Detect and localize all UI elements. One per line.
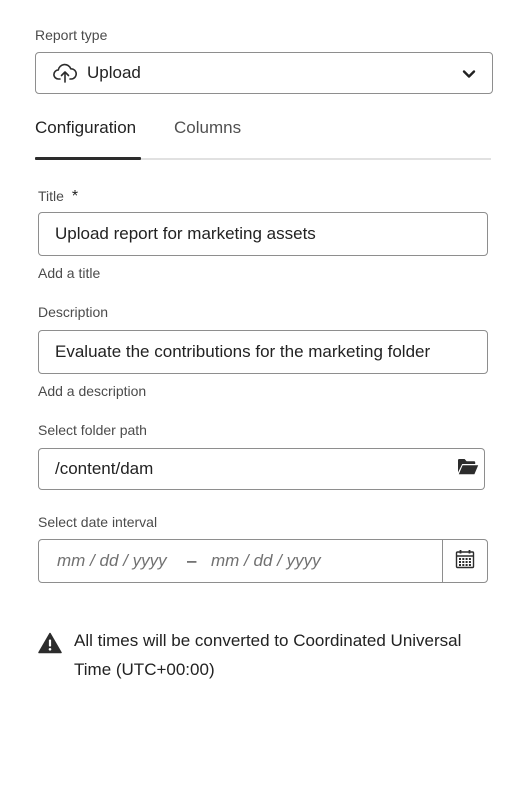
report-type-picker[interactable]: Upload <box>35 52 493 94</box>
tab-columns[interactable]: Columns <box>174 116 241 140</box>
title-input[interactable]: Upload report for marketing assets <box>38 212 488 256</box>
required-marker: * <box>71 188 79 205</box>
report-type-label: Report type <box>35 27 108 43</box>
start-date-input[interactable]: mm / dd / yyyy <box>57 551 167 571</box>
date-separator: – <box>187 551 197 570</box>
date-range-picker[interactable]: mm / dd / yyyy – mm / dd / yyyy <box>38 539 488 583</box>
chevron-down-icon[interactable] <box>460 65 478 83</box>
timezone-notice-text: All times will be converted to Coordinat… <box>74 631 462 679</box>
warning-icon <box>38 632 62 656</box>
calendar-button[interactable] <box>442 540 487 582</box>
description-input[interactable]: Evaluate the contributions for the marke… <box>38 330 488 374</box>
browse-folder-button[interactable] <box>451 448 485 490</box>
timezone-notice: All times will be converted to Coordinat… <box>38 626 488 684</box>
description-label: Description <box>38 304 109 320</box>
title-label: Title * <box>38 187 78 206</box>
date-interval-label: Select date interval <box>38 514 158 530</box>
calendar-icon <box>455 549 475 574</box>
folder-open-icon <box>457 458 479 481</box>
folder-path-input[interactable]: /content/dam <box>38 448 452 490</box>
tab-selection-indicator <box>35 157 141 160</box>
tab-configuration[interactable]: Configuration <box>35 116 136 140</box>
title-label-text: Title <box>38 188 64 204</box>
report-type-value: Upload <box>87 63 141 82</box>
folder-path-label: Select folder path <box>38 422 147 438</box>
description-help-text: Add a description <box>38 383 147 399</box>
title-help-text: Add a title <box>38 265 101 281</box>
cloud-upload-icon <box>53 61 77 85</box>
end-date-input[interactable]: mm / dd / yyyy <box>211 551 321 571</box>
tab-list: Configuration Columns <box>35 116 491 162</box>
